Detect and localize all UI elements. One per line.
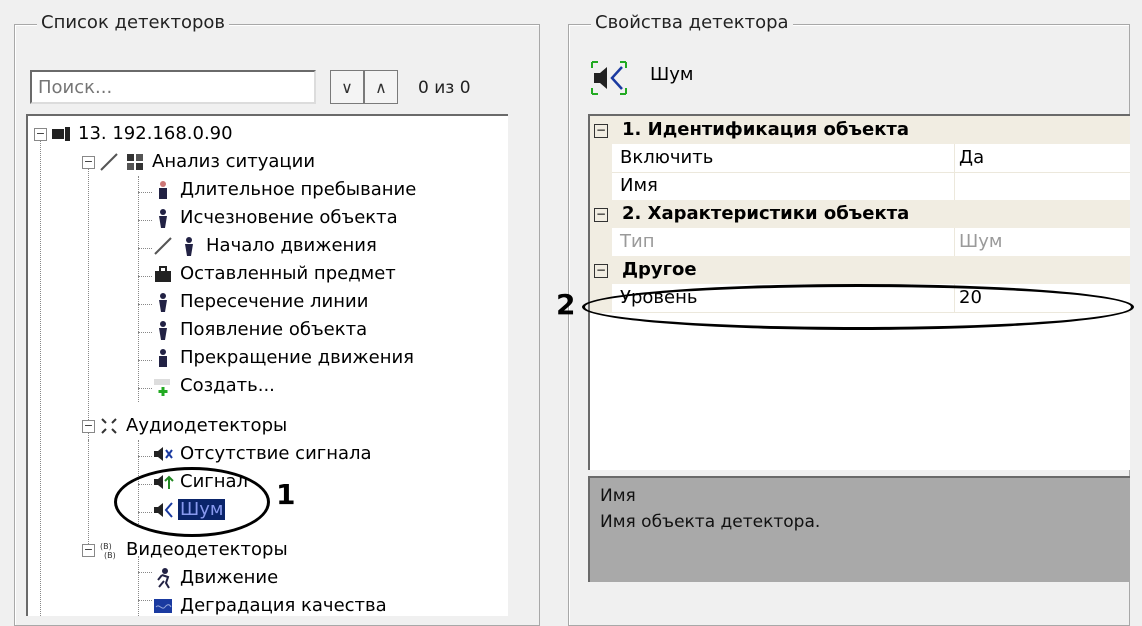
- tree-node-line-cross[interactable]: Пересечение линии: [152, 288, 370, 316]
- tree-node-no-signal[interactable]: Отсутствие сигнала: [152, 440, 374, 468]
- tree-node-label: Создать...: [180, 375, 275, 396]
- collapse-icon[interactable]: −: [594, 124, 608, 138]
- person-icon: [152, 319, 174, 341]
- detector-properties-title: Свойства детектора: [591, 12, 793, 33]
- annotation-oval-1: [114, 467, 270, 537]
- svg-text:(B): (B): [104, 551, 116, 560]
- camera-icon: [50, 123, 72, 145]
- collapse-toggle-audio[interactable]: −: [82, 420, 95, 433]
- bag-icon: [152, 263, 174, 285]
- tree-node-label: Начало движения: [206, 235, 377, 256]
- tree-node-left-item[interactable]: Оставленный предмет: [152, 260, 398, 288]
- person-icon: [152, 207, 174, 229]
- tree-node-label: Появление объекта: [180, 319, 368, 340]
- pen-icon: [152, 235, 174, 257]
- person-icon: [178, 235, 200, 257]
- tree-node-video[interactable]: (B) (B) Видеодетекторы: [98, 536, 290, 564]
- tree-node-long-stay[interactable]: Длительное пребывание: [152, 176, 418, 204]
- property-category-characteristics[interactable]: −2. Характеристики объекта: [590, 200, 1130, 228]
- tree-node-label: Деградация качества: [180, 595, 387, 616]
- property-row-name[interactable]: Имя: [590, 172, 1130, 201]
- tree-node-label: Длительное пребывание: [180, 179, 417, 200]
- tree-node-analysis[interactable]: Анализ ситуации: [98, 148, 317, 176]
- tree-node-label: Анализ ситуации: [152, 151, 316, 172]
- pen-icon: [98, 151, 120, 173]
- property-value-type: Шум: [954, 228, 1135, 256]
- annotation-marker-2: 2: [556, 288, 576, 321]
- property-category-identification[interactable]: −1. Идентификация объекта: [590, 116, 1130, 144]
- tree-node-label: Видеодетекторы: [126, 539, 288, 560]
- tree-node-label: Пересечение линии: [180, 291, 369, 312]
- detector-list-title: Список детекторов: [37, 12, 230, 33]
- analysis-group-icon: [124, 151, 146, 173]
- description-text: Имя объекта детектора.: [600, 512, 821, 532]
- person-icon: [152, 179, 174, 201]
- speaker-off-icon: [152, 443, 174, 465]
- person-icon: [152, 291, 174, 313]
- property-row-type: Тип Шум: [590, 228, 1130, 257]
- property-description: Имя Имя объекта детектора.: [588, 476, 1130, 582]
- search-next-button[interactable]: ∨: [330, 70, 364, 104]
- tree-node-server[interactable]: 13. 192.168.0.90: [50, 120, 235, 148]
- annotation-marker-1: 1: [276, 478, 296, 511]
- search-counter: 0 из 0: [418, 78, 471, 98]
- svg-text:(B): (B): [100, 542, 112, 551]
- detector-header-name: Шум: [650, 64, 694, 85]
- tree-node-label: Аудиодетекторы: [126, 415, 288, 436]
- collapse-icon[interactable]: −: [594, 208, 608, 222]
- collapse-toggle-video[interactable]: −: [82, 544, 95, 557]
- tree-node-label: Исчезновение объекта: [180, 207, 398, 228]
- tree-node-label: Отсутствие сигнала: [180, 443, 372, 464]
- chevron-down-icon: ∨: [341, 77, 353, 97]
- video-group-icon: (B) (B): [98, 539, 120, 561]
- search-input[interactable]: [30, 70, 316, 104]
- property-value-enable[interactable]: Да: [954, 144, 1135, 172]
- tree-node-label: Движение: [180, 567, 279, 588]
- person-icon: [152, 347, 174, 369]
- tree-node-motion-stop[interactable]: Прекращение движения: [152, 344, 416, 372]
- audio-group-icon: [98, 415, 120, 437]
- collapse-toggle-analysis[interactable]: −: [82, 156, 95, 169]
- search-prev-button[interactable]: ∧: [364, 70, 398, 104]
- tree-node-appear[interactable]: Появление объекта: [152, 316, 369, 344]
- tree-node-disappear[interactable]: Исчезновение объекта: [152, 204, 400, 232]
- collapse-icon[interactable]: −: [594, 264, 608, 278]
- screen-icon: [152, 595, 174, 616]
- collapse-toggle-root[interactable]: −: [34, 128, 47, 141]
- property-category-other[interactable]: − Другое: [590, 256, 1130, 284]
- add-icon: [152, 375, 174, 397]
- annotation-oval-2: [582, 284, 1134, 330]
- detector-tree: − 13. 192.168.0.90 − Анализ ситуации Дли…: [26, 114, 508, 616]
- tree-node-motion-start[interactable]: Начало движения: [152, 232, 379, 260]
- chevron-up-icon: ∧: [375, 77, 387, 97]
- speaker-noise-icon: [588, 58, 630, 98]
- tree-node-label: Прекращение движения: [180, 347, 414, 368]
- tree-node-motion[interactable]: Движение: [152, 564, 280, 592]
- property-value-name[interactable]: [954, 172, 1135, 200]
- running-person-icon: [152, 567, 174, 589]
- tree-node-create[interactable]: Создать...: [152, 372, 277, 400]
- tree-node-label: 13. 192.168.0.90: [78, 123, 233, 144]
- property-row-enable[interactable]: Включить Да: [590, 144, 1130, 173]
- tree-node-label: Оставленный предмет: [180, 263, 396, 284]
- tree-node-audio[interactable]: Аудиодетекторы: [98, 412, 289, 440]
- tree-node-degradation[interactable]: Деградация качества: [152, 592, 389, 616]
- description-title: Имя: [600, 486, 636, 506]
